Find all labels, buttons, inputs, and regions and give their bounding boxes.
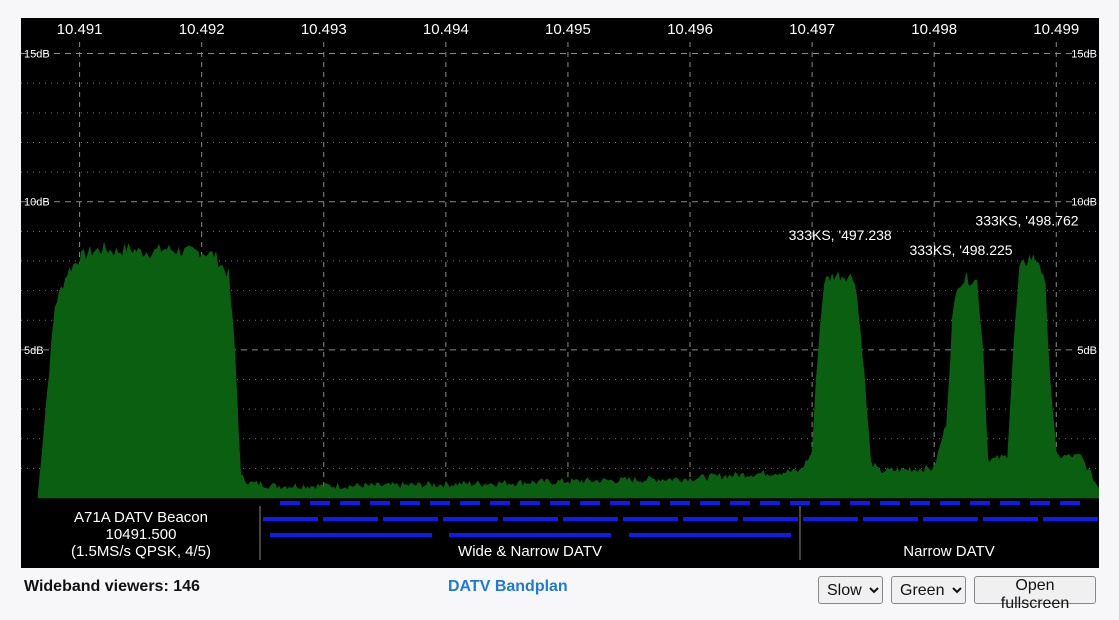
- signal-label: 333KS, '497.238: [789, 227, 892, 243]
- footer-bar: Wideband viewers: 146 DATV Bandplan Slow…: [0, 568, 1119, 620]
- y-tick-label-right: 15dB: [1071, 49, 1097, 61]
- channel-bar-wide: [270, 533, 432, 537]
- channel-bar-narrow: [610, 501, 630, 505]
- x-tick-label: 10.494: [423, 21, 469, 38]
- signal-label: 333KS, '498.225: [909, 242, 1012, 258]
- channel-bar-medium: [743, 517, 798, 521]
- channel-bar-medium: [323, 517, 378, 521]
- channel-bar-narrow: [1060, 501, 1080, 505]
- spectrum-display: 10.491 10.492 10.493 10.494 10.495 10.496 10.4…: [21, 18, 1099, 568]
- x-tick-label: 10.497: [789, 21, 835, 38]
- x-tick-label: 10.491: [57, 21, 103, 38]
- channel-bar-narrow: [1000, 501, 1020, 505]
- channel-bar-narrow: [1030, 501, 1050, 505]
- y-tick-label-left: 15dB: [24, 49, 50, 61]
- channel-bar-medium: [983, 517, 1038, 521]
- x-tick-label: 10.498: [911, 21, 957, 38]
- channel-bar-narrow: [670, 501, 690, 505]
- beacon-name: A71A DATV Beacon: [74, 509, 208, 526]
- channel-bar-medium: [623, 517, 678, 521]
- channel-bar-medium: [1043, 517, 1098, 521]
- channel-bar-narrow: [550, 501, 570, 505]
- channel-bar-narrow: [430, 501, 450, 505]
- channel-bar-medium: [863, 517, 918, 521]
- x-tick-label: 10.492: [179, 21, 225, 38]
- channel-bar-narrow: [280, 501, 300, 505]
- channel-bar-medium: [923, 517, 978, 521]
- speed-select[interactable]: Slow: [818, 576, 883, 604]
- channel-bar-medium: [683, 517, 738, 521]
- channel-bar-wide: [629, 533, 791, 537]
- x-tick-label: 10.496: [667, 21, 713, 38]
- channel-bar-medium: [443, 517, 498, 521]
- channel-bar-narrow: [310, 501, 330, 505]
- x-tick-label: 10.499: [1033, 21, 1079, 38]
- channel-bar-narrow: [520, 501, 540, 505]
- y-tick-label-right: 10dB: [1071, 197, 1097, 209]
- y-tick-label-left: 5dB: [24, 345, 44, 357]
- channel-bar-narrow: [790, 501, 810, 505]
- wideband-viewers-count: Wideband viewers: 146: [24, 578, 200, 595]
- open-fullscreen-button[interactable]: Open fullscreen: [974, 576, 1096, 612]
- channel-bar-medium: [803, 517, 858, 521]
- x-tick-label: 10.493: [301, 21, 347, 38]
- channel-bar-wide: [449, 533, 611, 537]
- channel-bar-narrow: [910, 501, 930, 505]
- channel-bar-narrow: [970, 501, 990, 505]
- channel-bar-narrow: [730, 501, 750, 505]
- channel-bar-narrow: [880, 501, 900, 505]
- y-tick-label-right: 5dB: [1077, 345, 1097, 357]
- wide-narrow-datv-label: Wide & Narrow DATV: [458, 543, 602, 560]
- channel-bar-medium: [503, 517, 558, 521]
- x-tick-labels: 10.491 10.492 10.493 10.494 10.495 10.496 10.4…: [57, 21, 1080, 38]
- channel-bar-narrow: [700, 501, 720, 505]
- channel-bar-narrow: [340, 501, 360, 505]
- narrow-datv-label: Narrow DATV: [903, 543, 994, 560]
- channel-bar-medium: [263, 517, 318, 521]
- channel-bar-narrow: [460, 501, 480, 505]
- channel-bar-narrow: [490, 501, 510, 505]
- channel-bar-narrow: [760, 501, 780, 505]
- channel-bar-medium: [383, 517, 438, 521]
- y-tick-label-left: 10dB: [24, 197, 50, 209]
- signal-label: 333KS, '498.762: [975, 212, 1078, 228]
- beacon-mode: (1.5MS/s QPSK, 4/5): [71, 543, 211, 560]
- color-select[interactable]: Green: [891, 576, 966, 604]
- channel-bar-medium: [563, 517, 618, 521]
- datv-bandplan-link[interactable]: DATV Bandplan: [448, 578, 568, 596]
- channel-bar-narrow: [580, 501, 600, 505]
- x-tick-label: 10.495: [545, 21, 591, 38]
- beacon-frequency: 10491.500: [106, 526, 177, 543]
- channel-bar-narrow: [400, 501, 420, 505]
- channel-bar-narrow: [940, 501, 960, 505]
- channel-bar-narrow: [850, 501, 870, 505]
- channel-bar-narrow: [370, 501, 390, 505]
- channel-bar-narrow: [820, 501, 840, 505]
- channel-bar-narrow: [640, 501, 660, 505]
